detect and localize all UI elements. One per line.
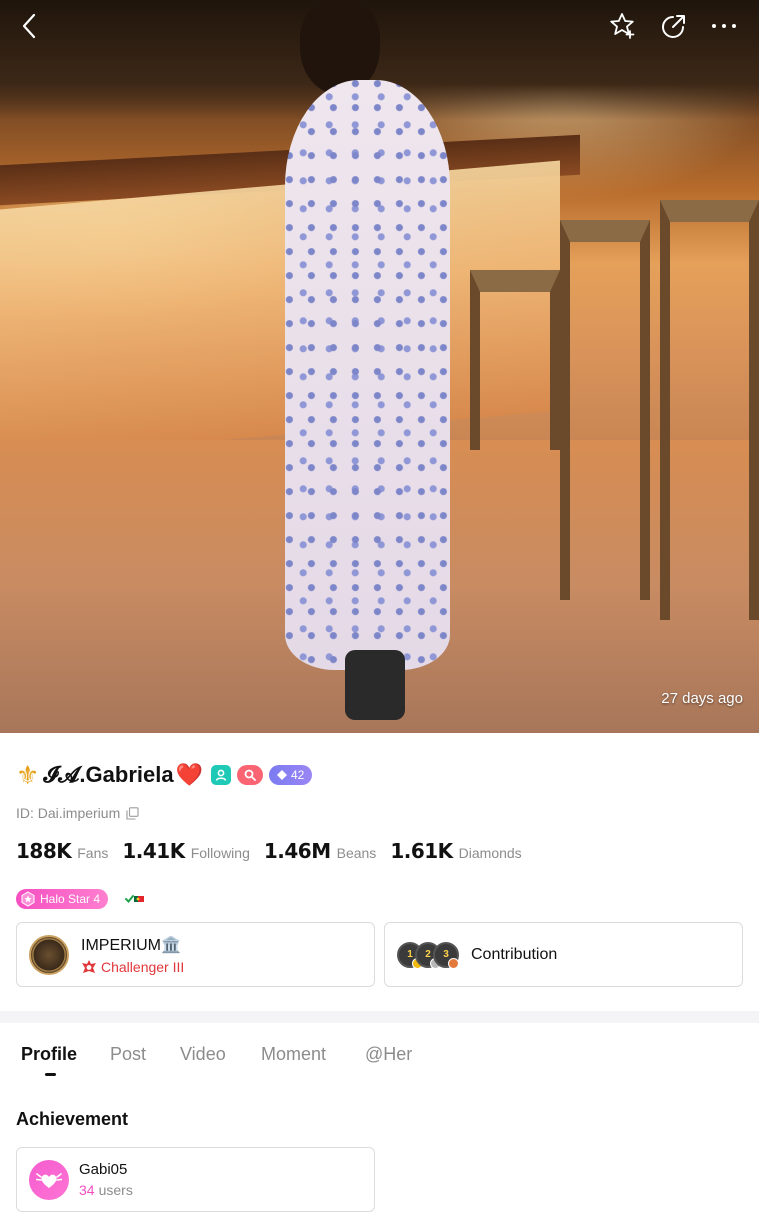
family-emblem-icon bbox=[29, 934, 69, 975]
challenger-rank-icon bbox=[82, 959, 96, 973]
achievement-users-label: users bbox=[98, 1182, 133, 1198]
country-flag-icon bbox=[125, 893, 145, 905]
contribution-label: Contribution bbox=[471, 945, 558, 963]
tab-moment[interactable]: Moment bbox=[261, 1044, 326, 1065]
achievement-user-count: 34 bbox=[79, 1182, 95, 1198]
family-card[interactable]: IMPERIUM🏛️ Challenger III bbox=[16, 922, 375, 987]
share-icon bbox=[662, 15, 685, 38]
contributor-avatar-3: 3 bbox=[433, 941, 459, 969]
name-row: ⚜ 𝓘𝓐.Gabriela ❤️ 42 bbox=[16, 759, 313, 791]
family-name: IMPERIUM🏛️ bbox=[81, 936, 181, 954]
more-horizontal-icon bbox=[712, 24, 736, 28]
chevron-left-icon bbox=[22, 13, 36, 39]
post-time-ago: 27 days ago bbox=[661, 690, 743, 707]
copy-icon[interactable] bbox=[126, 806, 139, 820]
following-label[interactable]: Following bbox=[191, 845, 250, 861]
diamonds-label: Diamonds bbox=[458, 845, 522, 861]
halo-star-icon bbox=[21, 891, 35, 907]
active-tab-indicator bbox=[45, 1073, 56, 1076]
stats-row: 188K Fans 1.41K Following 1.46M Beans 1.… bbox=[16, 839, 530, 863]
profile-info-section: ⚜ 𝓘𝓐.Gabriela ❤️ 42 ID: Dai.imperium 188… bbox=[0, 733, 759, 1011]
user-id: ID: Dai.imperium bbox=[16, 805, 121, 821]
section-divider bbox=[0, 1011, 759, 1023]
user-level-badge[interactable]: 42 bbox=[269, 765, 313, 785]
halo-star-badge[interactable]: Halo Star 4 bbox=[16, 889, 109, 909]
family-rank: Challenger III bbox=[81, 959, 184, 975]
heart-wings-icon bbox=[29, 1159, 69, 1200]
fleur-de-lis-icon: ⚜ bbox=[16, 759, 40, 790]
heart-emoji: ❤️ bbox=[175, 762, 203, 787]
achievement-title: Achievement bbox=[16, 1109, 129, 1129]
favorite-button[interactable] bbox=[605, 8, 641, 44]
tab-profile[interactable]: Profile bbox=[21, 1044, 77, 1065]
verified-user-badge-icon[interactable] bbox=[211, 765, 231, 785]
share-button[interactable] bbox=[656, 8, 692, 44]
star-plus-icon bbox=[610, 13, 635, 39]
back-button[interactable] bbox=[12, 8, 48, 44]
achievement-card[interactable]: Gabi05 34 users bbox=[16, 1147, 375, 1212]
more-button[interactable] bbox=[706, 8, 742, 44]
achievement-users: 34 users bbox=[79, 1182, 133, 1198]
profile-name: 𝓘𝓐.Gabriela bbox=[43, 762, 174, 787]
following-count[interactable]: 1.41K bbox=[122, 839, 185, 863]
user-id-row[interactable]: ID: Dai.imperium bbox=[16, 805, 139, 821]
family-rank-label: Challenger III bbox=[101, 958, 185, 975]
tab-mentions[interactable]: @Her bbox=[365, 1044, 412, 1065]
tab-post[interactable]: Post bbox=[110, 1044, 146, 1065]
diamond-icon bbox=[277, 770, 287, 780]
achievement-name: Gabi05 bbox=[79, 1161, 128, 1178]
user-level-value: 42 bbox=[291, 768, 305, 782]
halo-star-label: Halo Star 4 bbox=[40, 892, 101, 906]
search-badge-icon[interactable] bbox=[237, 765, 263, 785]
tab-video[interactable]: Video bbox=[180, 1044, 226, 1065]
contributor-medals: 1 2 3 bbox=[397, 941, 459, 969]
beans-label: Beans bbox=[336, 845, 377, 861]
diamonds-count: 1.61K bbox=[390, 839, 453, 863]
beans-count: 1.46M bbox=[263, 839, 331, 863]
contribution-card[interactable]: 1 2 3 Contribution bbox=[384, 922, 743, 987]
profile-tabs: Profile Post Video Moment @Her bbox=[0, 1023, 759, 1083]
fans-label[interactable]: Fans bbox=[77, 845, 108, 861]
fans-count[interactable]: 188K bbox=[16, 839, 72, 863]
